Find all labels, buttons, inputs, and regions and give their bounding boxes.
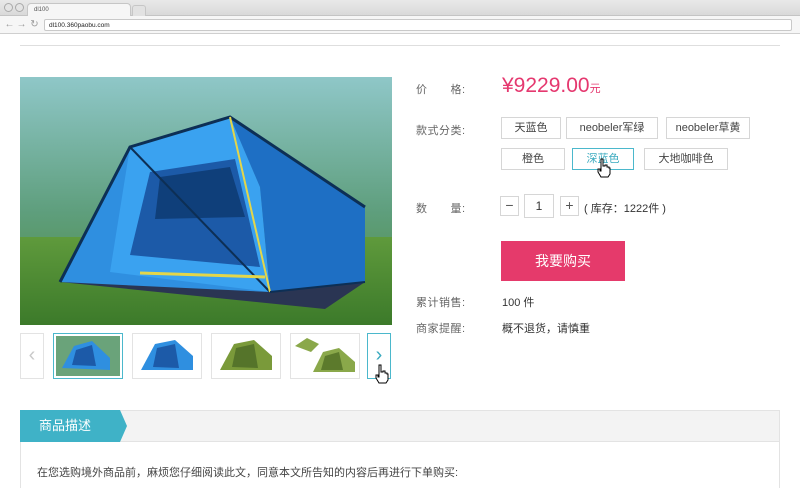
quantity-input[interactable]: 1 <box>524 194 554 218</box>
thumb-blue-tent-side <box>135 336 199 376</box>
merchant-notice-label: 商家提醒: <box>416 323 466 335</box>
style-option-army-green[interactable]: neobeler军绿 <box>566 117 658 139</box>
quantity-label: 数 量: <box>416 203 466 215</box>
browser-tab[interactable]: dl100 <box>27 3 131 16</box>
thumb-blue-tent-front <box>56 336 120 376</box>
thumbnail-carousel: ‹ › <box>20 333 392 379</box>
quantity-increase-button[interactable]: + <box>560 196 579 216</box>
quantity-decrease-button[interactable]: − <box>500 196 519 216</box>
reload-icon[interactable]: ↻ <box>29 18 40 31</box>
browser-tab-bar: dl100 <box>0 0 800 16</box>
hand-cursor-icon <box>375 364 389 384</box>
thumbnail-1[interactable] <box>53 333 123 379</box>
price-amount: ¥9229.00 <box>502 74 590 97</box>
forward-arrow-icon[interactable]: → <box>16 18 27 31</box>
merchant-notice: 概不退货，请慎重 <box>502 323 590 335</box>
price-label: 价 格: <box>416 84 466 96</box>
product-price: ¥9229.00元 <box>502 74 601 98</box>
header-divider <box>20 45 780 46</box>
thumbnail-2[interactable] <box>132 333 202 379</box>
thumbnail-4[interactable] <box>290 333 360 379</box>
chevron-right-icon: › <box>375 344 383 366</box>
style-option-sky-blue[interactable]: 天蓝色 <box>501 117 561 139</box>
product-main-image <box>20 77 392 325</box>
sales-count: 100 件 <box>502 297 535 309</box>
price-unit: 元 <box>589 83 601 95</box>
close-window-button[interactable] <box>4 3 13 12</box>
description-tab-arrow <box>120 410 127 442</box>
style-option-orange[interactable]: 橙色 <box>501 148 565 170</box>
address-bar[interactable]: dl100.360paobu.com <box>44 19 792 31</box>
style-option-straw-yellow[interactable]: neobeler草黄 <box>666 117 750 139</box>
browser-toolbar: ← → ↻ dl100.360paobu.com <box>0 16 800 34</box>
thumb-green-tent <box>214 336 278 376</box>
hand-cursor-icon-2 <box>597 158 611 178</box>
style-option-earth-brown[interactable]: 大地咖啡色 <box>644 148 728 170</box>
tab-product-description[interactable]: 商品描述 <box>20 410 120 442</box>
chevron-left-icon: ‹ <box>28 344 36 366</box>
tent-illustration <box>20 77 392 325</box>
style-label: 款式分类: <box>416 125 466 137</box>
buy-now-button[interactable]: 我要购买 <box>501 241 625 281</box>
new-tab-button[interactable] <box>132 5 146 16</box>
thumbnail-prev-button[interactable]: ‹ <box>20 333 44 379</box>
stock-count: ( 库存：1222件 ) <box>584 203 666 215</box>
description-text: 在您选购境外商品前，麻烦您仔细阅读此文，同意本文所告知的内容后再进行下单购买: <box>37 467 459 479</box>
back-arrow-icon[interactable]: ← <box>4 18 15 31</box>
minimize-window-button[interactable] <box>15 3 24 12</box>
description-header-bar <box>20 410 780 442</box>
thumb-green-tent-open <box>293 336 357 376</box>
sales-label: 累计销售: <box>416 297 466 309</box>
thumbnail-3[interactable] <box>211 333 281 379</box>
